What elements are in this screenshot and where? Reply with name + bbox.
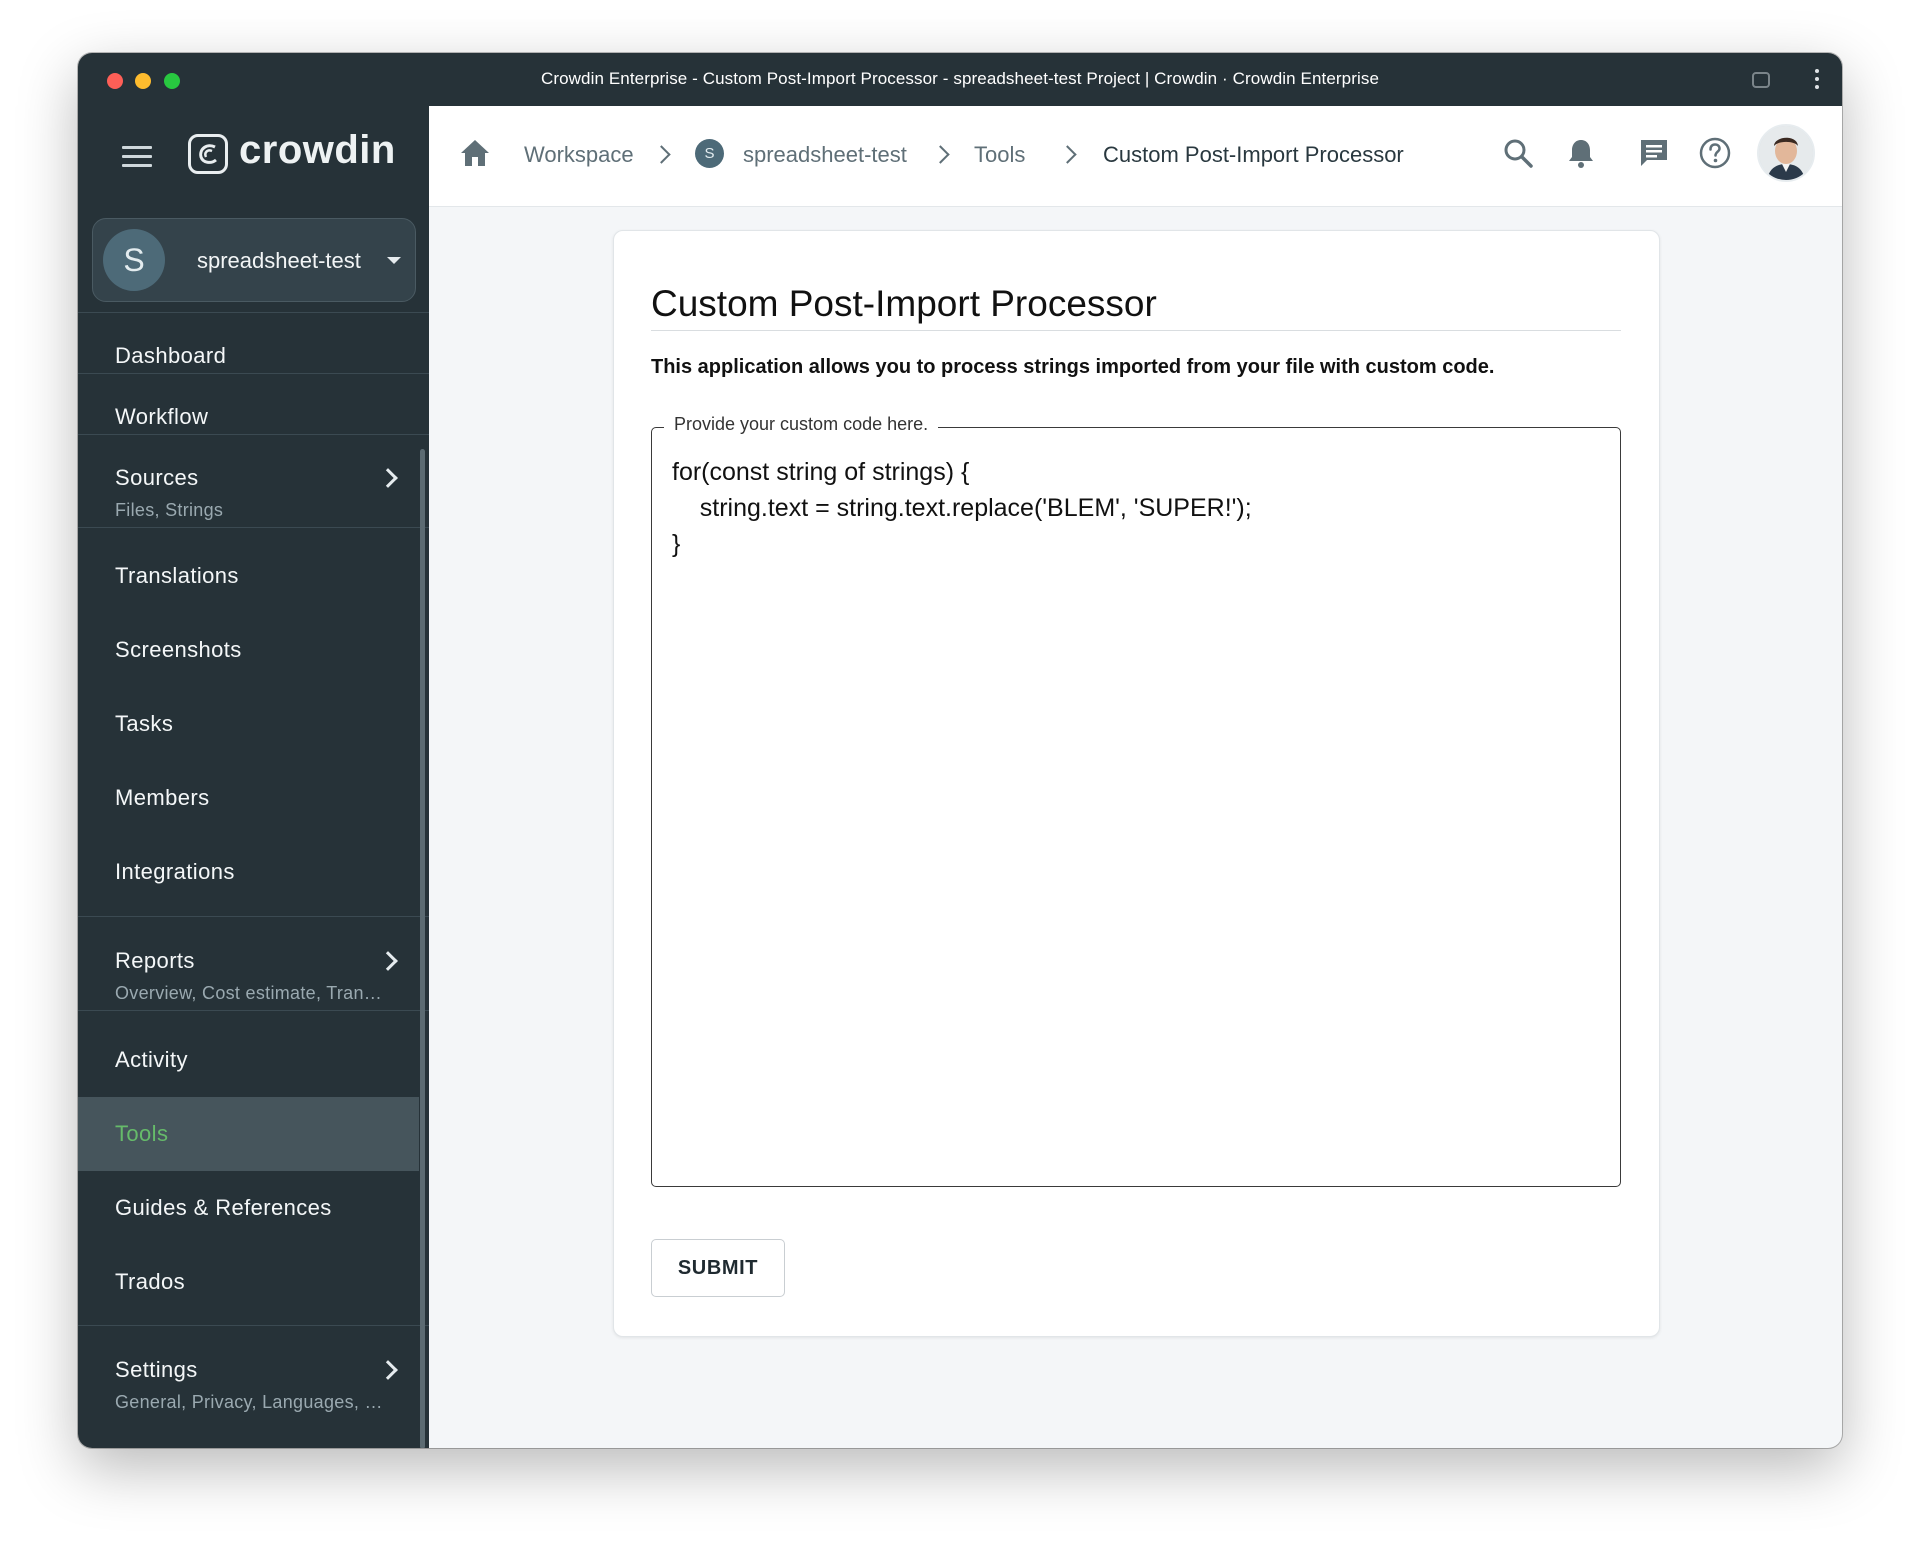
sidebar-item-label: Guides & References	[115, 1195, 332, 1220]
help-icon[interactable]	[1698, 136, 1732, 170]
user-avatar[interactable]	[1757, 124, 1815, 182]
divider	[78, 373, 429, 374]
chevron-right-icon	[931, 145, 950, 164]
sidebar-item-label: Trados	[115, 1269, 186, 1294]
sidebar-item-screenshots[interactable]: Screenshots	[78, 613, 419, 687]
submit-button[interactable]: SUBMIT	[651, 1239, 785, 1297]
divider	[78, 1325, 429, 1326]
sidebar-item-label: Tools	[115, 1121, 169, 1146]
chevron-right-icon	[1058, 145, 1077, 164]
sidebar-item-label: Activity	[115, 1047, 188, 1072]
divider	[651, 330, 1621, 331]
divider	[78, 434, 429, 435]
home-icon[interactable]	[459, 138, 491, 168]
sidebar-item-sources[interactable]: Sources Files, Strings	[78, 441, 419, 527]
sidebar-item-integrations[interactable]: Integrations	[78, 835, 419, 909]
project-selector[interactable]: S spreadsheet-test	[92, 218, 416, 302]
sidebar-item-sublabel: Overview, Cost estimate, Tran…	[115, 983, 383, 1003]
chevron-right-icon	[378, 468, 398, 488]
sidebar-item-sublabel: Files, Strings	[115, 500, 224, 520]
sidebar-header: crowdin	[78, 106, 429, 204]
sidebar-item-label: Settings	[115, 1357, 198, 1382]
chevron-right-icon	[378, 1360, 398, 1380]
sidebar-item-label: Translations	[115, 563, 239, 588]
code-content[interactable]: for(const string of strings) { string.te…	[672, 454, 1252, 562]
sidebar-item-translations[interactable]: Translations	[78, 539, 419, 613]
dropdown-caret-icon	[387, 257, 401, 264]
sidebar-item-sublabel: General, Privacy, Languages, …	[115, 1392, 383, 1412]
custom-code-editor[interactable]: Provide your custom code here. for(const…	[651, 414, 1621, 1187]
sidebar-item-members[interactable]: Members	[78, 761, 419, 835]
sidebar-item-label: Integrations	[115, 859, 235, 884]
sidebar: crowdin S spreadsheet-test Dashboard Wor…	[78, 106, 429, 1448]
app-description: This application allows you to process s…	[651, 356, 1495, 378]
top-bar: Workspace S spreadsheet-test Tools Custo…	[429, 106, 1842, 207]
sidebar-scrollbar[interactable]	[420, 449, 425, 1448]
breadcrumb-workspace[interactable]: Workspace	[524, 142, 634, 168]
window-title: Crowdin Enterprise - Custom Post-Import …	[540, 69, 1379, 88]
divider	[78, 527, 429, 528]
menu-icon[interactable]	[122, 146, 152, 168]
sidebar-item-reports[interactable]: Reports Overview, Cost estimate, Tran…	[78, 924, 419, 1010]
sidebar-item-label: Tasks	[115, 711, 174, 736]
divider	[78, 1010, 429, 1011]
breadcrumb-project[interactable]: spreadsheet-test	[743, 142, 907, 168]
chevron-right-icon	[652, 145, 671, 164]
sidebar-item-tasks[interactable]: Tasks	[78, 687, 419, 761]
extension-icon[interactable]	[1750, 69, 1772, 91]
project-avatar: S	[103, 229, 165, 291]
breadcrumb-current: Custom Post-Import Processor	[1103, 142, 1404, 167]
search-icon[interactable]	[1501, 136, 1535, 170]
browser-window: Crowdin Enterprise - Custom Post-Import …	[78, 53, 1842, 1448]
more-options-icon[interactable]	[1814, 69, 1820, 91]
sidebar-item-guides-references[interactable]: Guides & References	[78, 1171, 419, 1245]
sidebar-item-label: Workflow	[115, 404, 209, 429]
sidebar-item-settings[interactable]: Settings General, Privacy, Languages, …	[78, 1333, 419, 1423]
sidebar-item-tools[interactable]: Tools	[78, 1097, 419, 1171]
sidebar-item-label: Members	[115, 785, 210, 810]
title-bar: Crowdin Enterprise - Custom Post-Import …	[78, 53, 1842, 106]
crowdin-logo-text[interactable]: crowdin	[239, 128, 396, 173]
sidebar-item-activity[interactable]: Activity	[78, 1023, 419, 1097]
breadcrumb-tools[interactable]: Tools	[974, 142, 1025, 168]
sidebar-item-label: Dashboard	[115, 343, 227, 368]
breadcrumb-project-avatar: S	[695, 139, 724, 168]
chevron-right-icon	[378, 951, 398, 971]
processor-card: Custom Post-Import Processor This applic…	[613, 230, 1660, 1337]
project-name: spreadsheet-test	[197, 248, 361, 273]
sidebar-item-label: Screenshots	[115, 637, 242, 662]
sidebar-item-label: Reports	[115, 948, 195, 973]
code-field-label: Provide your custom code here.	[664, 414, 939, 435]
page-title: Custom Post-Import Processor	[651, 283, 1157, 324]
sidebar-item-trados[interactable]: Trados	[78, 1245, 419, 1319]
sidebar-item-label: Sources	[115, 465, 199, 490]
crowdin-logo-icon[interactable]	[188, 134, 228, 174]
notifications-bell-icon[interactable]	[1564, 136, 1598, 170]
divider	[78, 916, 429, 917]
divider	[78, 312, 429, 313]
messages-icon[interactable]	[1637, 136, 1671, 170]
